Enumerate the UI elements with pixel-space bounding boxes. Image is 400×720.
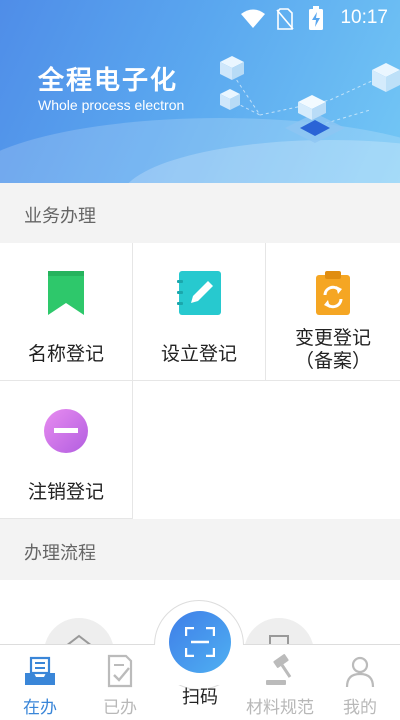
folder-icon [66, 634, 92, 644]
gavel-icon [266, 654, 292, 685]
header-banner: 10:17 全程电子化 Whole process electron [0, 0, 400, 183]
clipboard-refresh-icon [316, 271, 350, 315]
section-header-business: 业务办理 [0, 183, 400, 243]
tab-completed[interactable]: 已办 [80, 645, 160, 720]
service-label-line1: 变更登记 [294, 327, 371, 349]
tab-label: 在办 [23, 698, 57, 718]
service-grid: 名称登记 设立登记 变更登记 （备案） 注销登记 [0, 243, 400, 519]
section-title: 办理流程 [24, 543, 96, 564]
scan-icon [185, 627, 215, 657]
service-label: 变更登记 （备案） [266, 327, 400, 373]
status-bar: 10:17 [0, 0, 400, 36]
no-sim-icon [276, 8, 294, 30]
service-label: 名称登记 [27, 343, 104, 365]
tab-scan[interactable] [169, 611, 231, 673]
notebook-edit-icon [177, 271, 221, 315]
banner-subtitle: Whole process electron [38, 97, 185, 113]
flow-step-circle [44, 618, 114, 644]
section-header-process: 办理流程 [0, 520, 400, 580]
tab-label: 扫码 [182, 687, 218, 708]
grid-empty-area [133, 381, 400, 519]
tab-profile[interactable]: 我的 [320, 645, 400, 720]
inbox-tray-icon [25, 656, 55, 685]
wifi-icon [241, 9, 265, 28]
tab-label: 已办 [103, 698, 137, 718]
minus-circle-icon [44, 409, 88, 453]
flow-step-circle [244, 618, 314, 644]
isometric-cubes-illustration [220, 56, 400, 143]
service-deregistration[interactable]: 注销登记 [0, 381, 133, 519]
service-establishment-registration[interactable]: 设立登记 [133, 243, 266, 381]
service-label-line2: （备案） [294, 350, 371, 372]
service-label: 设立登记 [160, 343, 237, 365]
service-name-registration[interactable]: 名称登记 [0, 243, 133, 381]
status-time: 10:17 [340, 7, 388, 28]
tab-in-progress[interactable]: 在办 [0, 645, 80, 720]
battery-charging-icon [309, 6, 323, 30]
tab-label: 材料规范 [246, 698, 314, 718]
bookmark-icon [48, 271, 84, 315]
checked-document-icon [107, 654, 133, 688]
section-title: 业务办理 [24, 206, 96, 227]
service-change-registration[interactable]: 变更登记 （备案） [266, 243, 400, 381]
document-icon [269, 635, 289, 644]
service-label: 注销登记 [27, 481, 104, 503]
banner-title: 全程电子化 [38, 66, 179, 96]
tab-material-standards[interactable]: 材料规范 [240, 645, 320, 720]
tab-label: 我的 [343, 698, 377, 718]
user-icon [345, 656, 375, 688]
